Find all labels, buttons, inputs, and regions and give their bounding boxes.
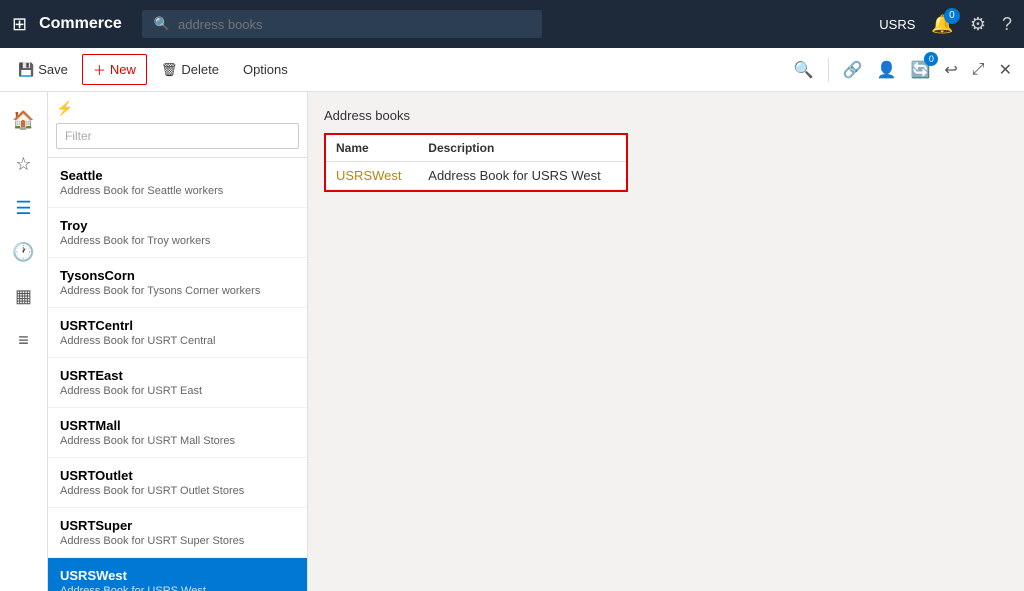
detail-table-wrapper: Name Description USRSWest Address Book f… <box>324 133 628 192</box>
nav-search-input[interactable] <box>178 17 530 32</box>
detail-section-title: Address books <box>324 108 1008 123</box>
toolbar: 💾 Save ＋ New 🗑 Delete Options 🔍 🔗 👤 🔄 0 … <box>0 48 1024 92</box>
list-item-title: USRTEast <box>60 368 295 383</box>
top-nav: ⊞ Commerce 🔍 USRS 🔔 0 ⚙ ? <box>0 0 1024 48</box>
plus-icon: ＋ <box>93 60 106 79</box>
list-item[interactable]: USRTMall Address Book for USRT Mall Stor… <box>48 408 307 458</box>
detail-table: Name Description USRSWest Address Book f… <box>326 135 626 190</box>
bell-icon[interactable]: 🔔 0 <box>931 14 953 35</box>
list-item-subtitle: Address Book for USRT East <box>60 385 295 397</box>
gear-icon[interactable]: ⚙ <box>970 14 986 35</box>
sidebar-filter-button[interactable]: ≡ <box>4 320 44 360</box>
toolbar-undo-button[interactable]: ↩ <box>940 56 961 84</box>
toolbar-search-button[interactable]: 🔍 <box>790 56 818 84</box>
list-item-title: Seattle <box>60 168 295 183</box>
list-item-title: USRTSuper <box>60 518 295 533</box>
list-filter-area: ⚡ <box>48 92 307 158</box>
sidebar-list-button[interactable]: ☰ <box>4 188 44 228</box>
filter-icon: ⚡ <box>56 100 73 117</box>
detail-panel: Address books Name Description USRSWest … <box>308 92 1024 591</box>
list-item-title: TysonsCorn <box>60 268 295 283</box>
list-item[interactable]: Seattle Address Book for Seattle workers <box>48 158 307 208</box>
list-item[interactable]: USRTCentrl Address Book for USRT Central <box>48 308 307 358</box>
list-item[interactable]: USRTOutlet Address Book for USRT Outlet … <box>48 458 307 508</box>
list-items: Seattle Address Book for Seattle workers… <box>48 158 307 591</box>
list-item[interactable]: USRTSuper Address Book for USRT Super St… <box>48 508 307 558</box>
sidebar-star-button[interactable]: ☆ <box>4 144 44 184</box>
col-header-name: Name <box>326 135 418 162</box>
list-item-subtitle: Address Book for USRT Central <box>60 335 295 347</box>
icon-sidebar: 🏠 ☆ ☰ 🕐 ▦ ≡ <box>0 92 48 591</box>
sidebar-home-button[interactable]: 🏠 <box>4 100 44 140</box>
cell-name[interactable]: USRSWest <box>326 162 418 190</box>
list-item-subtitle: Address Book for Tysons Corner workers <box>60 285 295 297</box>
list-item[interactable]: Troy Address Book for Troy workers <box>48 208 307 258</box>
toolbar-person-button[interactable]: 👤 <box>873 56 901 84</box>
table-row: USRSWest Address Book for USRS West <box>326 162 626 190</box>
list-item-title: USRTCentrl <box>60 318 295 333</box>
delete-icon: 🗑 <box>161 62 178 78</box>
refresh-badge: 0 <box>924 52 938 66</box>
toolbar-close-button[interactable]: ✕ <box>995 56 1016 84</box>
user-label: USRS <box>879 17 915 32</box>
col-header-description: Description <box>418 135 626 162</box>
list-item-title: USRTMall <box>60 418 295 433</box>
list-item-title: USRTOutlet <box>60 468 295 483</box>
toolbar-expand-button[interactable]: ⤢ <box>968 57 989 83</box>
app-title: Commerce <box>39 15 122 33</box>
list-item[interactable]: TysonsCorn Address Book for Tysons Corne… <box>48 258 307 308</box>
nav-right: USRS 🔔 0 ⚙ ? <box>879 14 1012 35</box>
list-panel: ⚡ Seattle Address Book for Seattle worke… <box>48 92 308 591</box>
list-item-subtitle: Address Book for USRS West <box>60 585 295 591</box>
list-item-subtitle: Address Book for USRT Outlet Stores <box>60 485 295 497</box>
list-item-subtitle: Address Book for Seattle workers <box>60 185 295 197</box>
save-icon: 💾 <box>18 62 34 78</box>
list-item-title: Troy <box>60 218 295 233</box>
help-icon[interactable]: ? <box>1002 14 1012 35</box>
save-button[interactable]: 💾 Save <box>8 57 78 83</box>
nav-search-icon: 🔍 <box>154 16 170 32</box>
options-button[interactable]: Options <box>233 57 298 82</box>
new-button[interactable]: ＋ New <box>82 54 147 85</box>
cell-description[interactable]: Address Book for USRS West <box>418 162 626 190</box>
delete-button[interactable]: 🗑 Delete <box>151 57 229 83</box>
notification-badge: 0 <box>944 8 960 24</box>
list-item-title: USRSWest <box>60 568 295 583</box>
list-item[interactable]: USRTEast Address Book for USRT East <box>48 358 307 408</box>
sidebar-grid2-button[interactable]: ▦ <box>4 276 44 316</box>
sidebar-clock-button[interactable]: 🕐 <box>4 232 44 272</box>
grid-icon[interactable]: ⊞ <box>12 14 27 35</box>
list-item[interactable]: USRSWest Address Book for USRS West <box>48 558 307 591</box>
toolbar-link-button[interactable]: 🔗 <box>839 56 867 84</box>
filter-input[interactable] <box>56 123 299 149</box>
list-item-subtitle: Address Book for USRT Mall Stores <box>60 435 295 447</box>
main-layout: 🏠 ☆ ☰ 🕐 ▦ ≡ ⚡ Seattle Address Book for S… <box>0 92 1024 591</box>
toolbar-right-icons: 🔍 🔗 👤 🔄 0 ↩ ⤢ ✕ <box>790 56 1016 84</box>
toolbar-refresh-button[interactable]: 🔄 0 <box>906 56 934 84</box>
nav-search-box[interactable]: 🔍 <box>142 10 542 38</box>
list-item-subtitle: Address Book for USRT Super Stores <box>60 535 295 547</box>
toolbar-separator <box>828 58 829 82</box>
list-item-subtitle: Address Book for Troy workers <box>60 235 295 247</box>
